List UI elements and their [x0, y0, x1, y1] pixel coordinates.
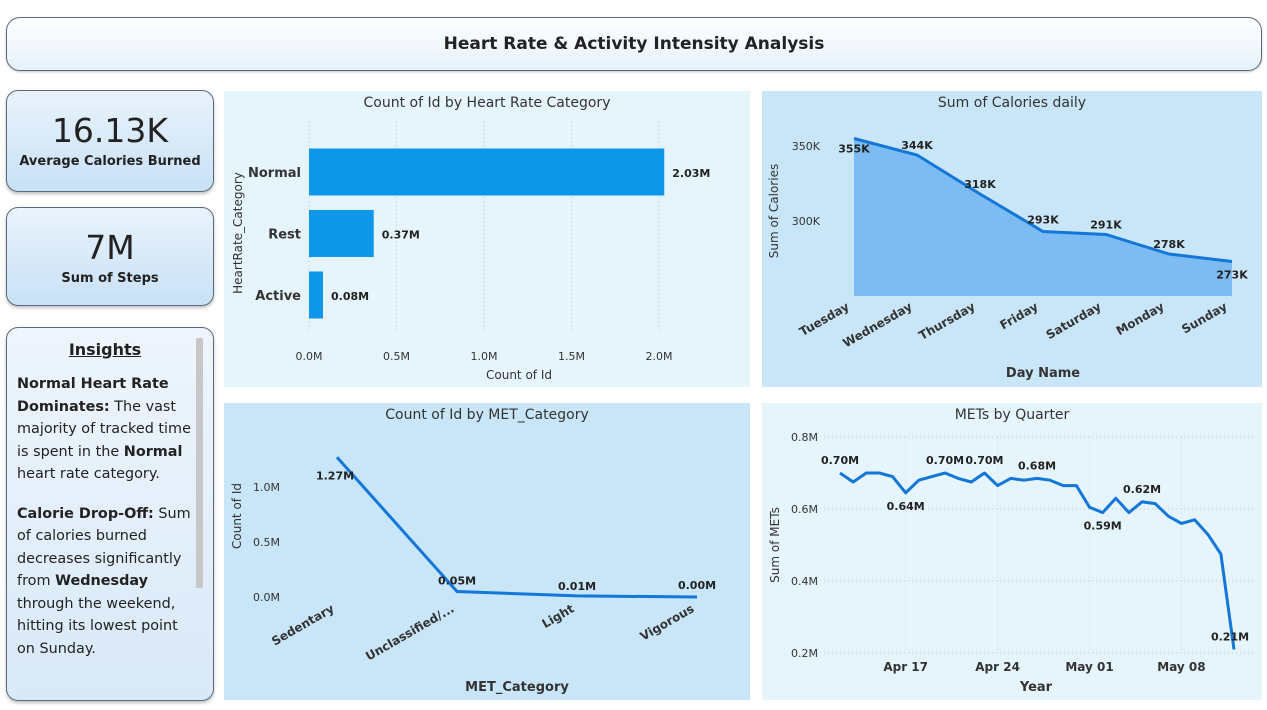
calories-daily-chart[interactable]: Sum of Calories daily 300K 350K 355K Tuesday…	[762, 91, 1262, 387]
y-axis-label: Count of Id	[230, 483, 244, 549]
data-label: 0.05M	[438, 575, 476, 588]
data-label: 0.08M	[331, 290, 369, 303]
insight-paragraph: Normal Heart Rate Dominates: The vast ma…	[17, 373, 195, 486]
data-label: 0.70M	[926, 454, 964, 467]
x-tick-label: Apr 24	[975, 660, 1020, 674]
chart-background	[762, 403, 1262, 700]
chart-title: METs by Quarter	[955, 407, 1070, 423]
mets-line-chart-svg: METs by Quarter 0.2M 0.4M 0.6M 0.8M Apr 17 Apr…	[762, 403, 1262, 700]
category-label: Rest	[268, 228, 301, 243]
y-tick-label: 0.5M	[253, 536, 280, 549]
calories-area-chart-svg: Sum of Calories daily300K350K 355KTuesday…	[762, 91, 1262, 387]
x-tick-label: 0.5M	[383, 350, 410, 363]
y-tick-label: 300K	[792, 215, 821, 228]
y-tick-label: 0.6M	[791, 503, 818, 516]
category-label: Active	[255, 289, 301, 304]
data-label: 0.37M	[382, 229, 420, 242]
data-label: 1.27M	[316, 469, 354, 482]
insight-heading: Calorie Drop-Off:	[17, 505, 154, 522]
chart-background	[224, 91, 750, 387]
chart-title: Count of Id by MET_Category	[385, 407, 589, 423]
category-label: Normal	[248, 166, 301, 181]
insight-paragraph: Calorie Drop-Off: Sum of calories burned…	[17, 503, 195, 661]
insight-emphasis: Normal	[123, 443, 183, 460]
data-label: 273K	[1216, 269, 1248, 282]
insights-card[interactable]: Insights Normal Heart Rate Dominates: Th…	[6, 327, 214, 701]
x-tick-label: May 01	[1065, 660, 1113, 674]
kpi-label: Sum of Steps	[61, 271, 159, 286]
y-tick-label: 0.8M	[791, 431, 818, 444]
y-tick-label: 0.0M	[253, 591, 280, 604]
dashboard-title: Heart Rate & Activity Intensity Analysis	[443, 34, 825, 54]
x-tick-label: 2.0M	[646, 350, 673, 363]
insights-scrollbar[interactable]	[196, 338, 203, 588]
heart-rate-bar-chart-svg: Count of Id by Heart Rate Category 0.0M 0.…	[224, 91, 750, 387]
x-tick-label: May 08	[1157, 660, 1205, 674]
data-label: 0.62M	[1123, 483, 1161, 496]
data-label: 355K	[838, 143, 870, 156]
kpi-card-sum-of-steps[interactable]: 7M Sum of Steps	[6, 207, 214, 306]
data-label: 0.68M	[1018, 459, 1056, 472]
y-axis-label: Sum of Calories	[767, 164, 781, 258]
bar	[309, 210, 374, 257]
x-axis-label: Count of Id	[486, 368, 552, 382]
insight-text: heart rate category.	[17, 466, 160, 482]
dashboard-title-bar: Heart Rate & Activity Intensity Analysis	[6, 17, 1262, 71]
kpi-value: 7M	[85, 228, 135, 267]
bar	[309, 148, 665, 196]
data-label: 0.59M	[1084, 520, 1122, 533]
data-label: 2.03M	[672, 167, 710, 180]
insights-body: Normal Heart Rate Dominates: The vast ma…	[7, 373, 213, 660]
mets-by-quarter-chart[interactable]: METs by Quarter 0.2M 0.4M 0.6M 0.8M Apr 17 Apr…	[762, 403, 1262, 700]
insight-text: through the weekend, hitting its lowest …	[17, 595, 178, 657]
kpi-value: 16.13K	[51, 111, 169, 150]
data-label: 0.70M	[821, 454, 859, 467]
insight-emphasis: Wednesday	[55, 573, 149, 589]
y-tick-label: 0.2M	[791, 647, 818, 660]
y-tick-label: 1.0M	[253, 481, 280, 494]
data-label: 0.70M	[965, 454, 1003, 467]
x-axis-label: MET_Category	[465, 680, 569, 695]
x-tick-label: Apr 17	[883, 660, 928, 674]
data-label: 0.00M	[678, 579, 716, 592]
data-label: 344K	[901, 139, 933, 152]
data-label: 0.01M	[558, 580, 596, 593]
data-label: 293K	[1027, 214, 1059, 227]
insights-title: Insights	[68, 340, 142, 359]
heart-rate-category-chart[interactable]: Count of Id by Heart Rate Category 0.0M 0.…	[224, 91, 750, 387]
met-category-chart[interactable]: Count of Id by MET_Category 0.0M 0.5M 1.0M 1…	[224, 403, 750, 700]
data-label: 278K	[1153, 238, 1185, 251]
x-axis-label: Year	[1019, 680, 1053, 695]
y-tick-label: 0.4M	[791, 575, 818, 588]
y-axis-label: Sum of METs	[768, 507, 782, 583]
chart-title: Count of Id by Heart Rate Category	[364, 95, 611, 111]
data-label: 291K	[1090, 219, 1122, 232]
bar	[309, 271, 323, 319]
chart-title: Sum of Calories daily	[938, 95, 1086, 111]
y-axis-label: HeartRate_Category	[231, 172, 245, 294]
data-label: 0.64M	[887, 500, 925, 513]
x-tick-label: 0.0M	[296, 350, 323, 363]
data-label: 318K	[964, 178, 996, 191]
kpi-card-average-calories[interactable]: 16.13K Average Calories Burned	[6, 90, 214, 192]
kpi-label: Average Calories Burned	[19, 154, 201, 169]
x-axis-label: Day Name	[1006, 366, 1080, 381]
data-label: 0.21M	[1211, 630, 1249, 643]
x-tick-label: 1.0M	[471, 350, 498, 363]
met-category-line-chart-svg: Count of Id by MET_Category 0.0M 0.5M 1.0M 1…	[224, 403, 750, 700]
x-tick-label: 1.5M	[558, 350, 585, 363]
y-tick-label: 350K	[792, 140, 821, 153]
chart-background	[224, 403, 750, 700]
